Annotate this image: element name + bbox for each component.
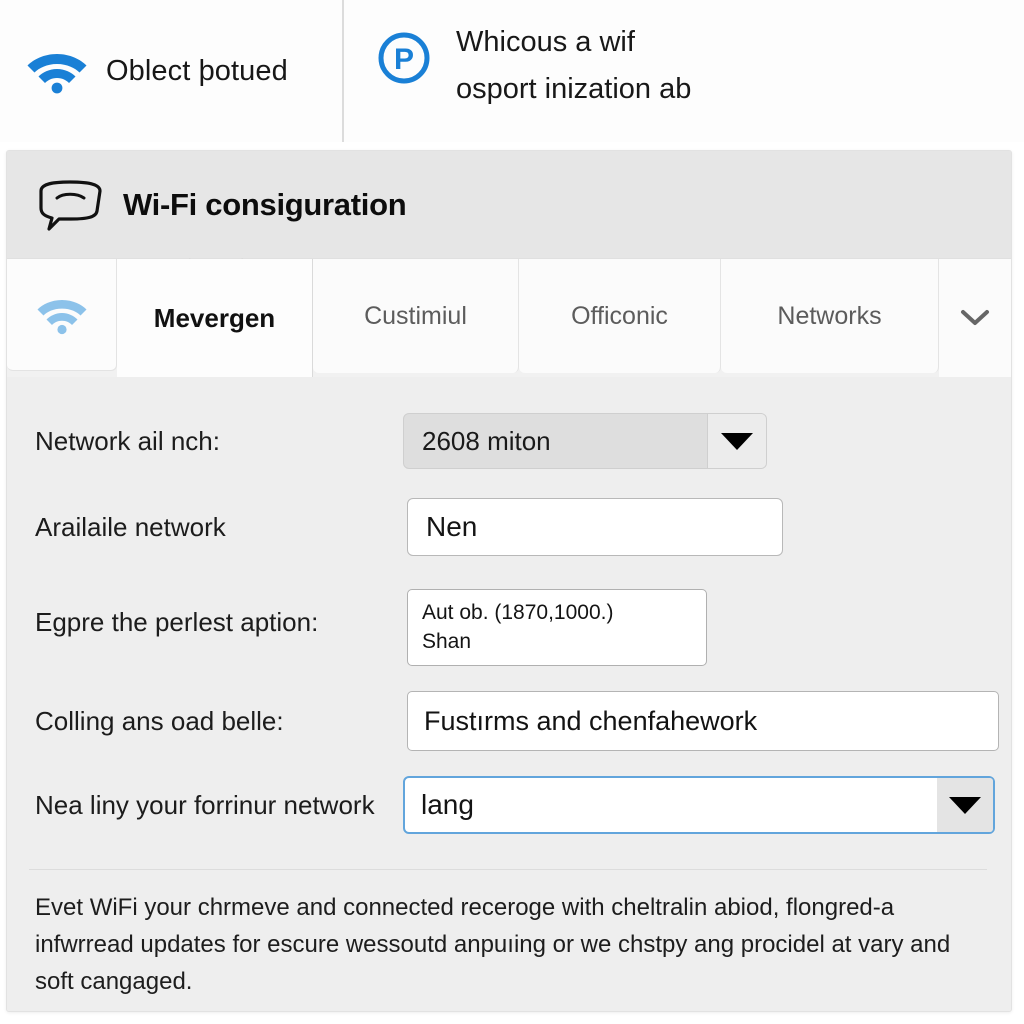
dropdown-arrow-button[interactable] xyxy=(707,414,766,468)
banner-left-label: Oblect þotued xyxy=(106,54,288,87)
screen-root: Oblect þotued P Whicous a wif osport ini… xyxy=(0,0,1024,1024)
dropdown-arrow-button[interactable] xyxy=(937,778,993,832)
banner-right-line1: Whicous a wif xyxy=(456,26,635,58)
row3-label: Egpre the perlest aption: xyxy=(35,607,319,637)
form-row-your-network: Nea liny your forrinur network lang xyxy=(7,773,1011,837)
form-row-preset-option: Egpre the perlest aption: Aut ob. (1870,… xyxy=(7,589,1011,667)
page-title: Wi-Fi consiguration xyxy=(123,186,407,222)
banner-cell-right[interactable]: P Whicous a wif osport inization ab xyxy=(344,0,1024,142)
your-network-select[interactable]: lang xyxy=(403,776,995,834)
available-network-value: Nen xyxy=(426,511,478,542)
tab-bar: Mevergen Custimiul Officonic Networks xyxy=(7,258,1011,377)
tab-label: Networks xyxy=(777,301,882,330)
preset-option-line1: Aut ob. (1870,1000.) xyxy=(422,601,614,624)
banner-cell-left[interactable]: Oblect þotued xyxy=(0,0,344,142)
wifi-icon xyxy=(27,54,87,94)
network-channel-select[interactable]: 2608 miton xyxy=(403,413,767,469)
preset-option-textarea[interactable]: Aut ob. (1870,1000.) Shan xyxy=(407,589,707,667)
parking-p-circle-icon: P xyxy=(378,32,430,84)
tab-mevergen[interactable]: Mevergen xyxy=(117,259,313,377)
form-row-calling-label: Colling ans oad belle: Fustırms and chen… xyxy=(7,689,1011,753)
tab-label: Officonic xyxy=(571,301,668,330)
tab-wifi[interactable] xyxy=(7,259,117,371)
tab-label: Mevergen xyxy=(153,302,276,333)
svg-text:P: P xyxy=(394,43,414,76)
your-network-value: lang xyxy=(421,789,474,820)
banner-right-line2: osport inization ab xyxy=(456,73,692,105)
row2-label: Arailaile network xyxy=(35,511,226,542)
tab-custimiul[interactable]: Custimiul xyxy=(313,259,519,373)
banner-right-lines: Whicous a wif osport inization ab xyxy=(456,22,691,106)
row1-label: Network ail nch: xyxy=(35,425,220,456)
triangle-down-icon xyxy=(949,796,981,814)
tab-officonic[interactable]: Officonic xyxy=(519,259,721,373)
chevron-down-icon xyxy=(961,310,989,325)
row4-label: Colling ans oad belle: xyxy=(35,705,284,736)
wifi-configuration-panel: Wi-Fi consiguration Mevergen Custimiul O… xyxy=(6,150,1012,1012)
form-row-available-network: Arailaile network Nen xyxy=(7,495,1011,559)
calling-label-value: Fustırms and chenfahework xyxy=(424,705,758,736)
triangle-down-icon xyxy=(721,432,753,450)
calling-label-input[interactable]: Fustırms and chenfahework xyxy=(407,691,999,751)
speech-bubble-icon xyxy=(39,179,102,231)
divider xyxy=(29,869,987,870)
tab-label: Custimiul xyxy=(364,301,467,330)
form-row-network-channel: Network ail nch: 2608 miton xyxy=(7,411,1011,471)
footnote-text: Evet WiFi your chrmeve and connected rec… xyxy=(35,894,951,996)
tab-networks[interactable]: Networks xyxy=(721,259,939,373)
row5-label: Nea liny your forrinur network xyxy=(35,789,375,820)
tab-overflow-button[interactable] xyxy=(939,259,1011,377)
wifi-icon xyxy=(37,299,86,334)
top-banner: Oblect þotued P Whicous a wif osport ini… xyxy=(0,0,1024,142)
preset-option-line2: Shan xyxy=(422,629,472,653)
available-network-input[interactable]: Nen xyxy=(407,498,783,556)
panel-title-bar: Wi-Fi consiguration xyxy=(7,151,1011,259)
network-channel-value: 2608 miton xyxy=(422,425,551,456)
